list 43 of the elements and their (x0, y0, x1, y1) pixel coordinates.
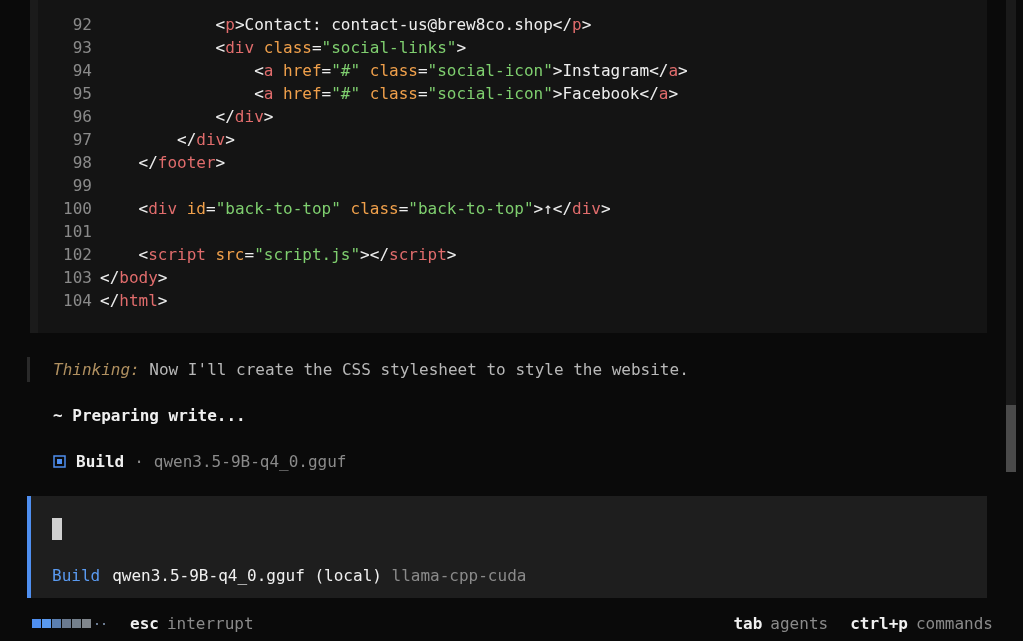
thinking-label: Thinking: (53, 359, 141, 381)
code-line: </div> (214, 106, 274, 128)
separator-dot: · (134, 452, 144, 471)
code-line: </footer> (137, 152, 226, 174)
line-number: 99 (71, 175, 92, 197)
line-number: 95 (71, 83, 92, 105)
line-number: 94 (71, 60, 92, 82)
line-number: 97 (71, 129, 92, 151)
line-number: 101 (62, 221, 92, 243)
line-number: 93 (71, 37, 92, 59)
shortcut-label: commands (915, 613, 993, 633)
model-name: qwen3.5-9B-q4_0.gguf (local) (112, 566, 382, 585)
model-name: qwen3.5-9B-q4_0.gguf (153, 452, 347, 471)
code-line: <div class="social-links"> (214, 37, 467, 59)
code-line: <p>Contact: contact-us@brew8co.shop</p> (214, 14, 592, 36)
agent-name: Build (52, 566, 101, 585)
line-number: 104 (62, 290, 92, 312)
scrollbar-thumb[interactable] (1006, 405, 1016, 472)
code-line: </div> (176, 129, 235, 151)
code-line: <div id="back-to-top" class="back-to-top">↑</div> (137, 198, 611, 220)
code-line: </body> (100, 267, 168, 289)
status-text: ~ Preparing write... (53, 405, 246, 427)
agent-name: Build (76, 452, 125, 471)
code-line: <a href="#" class="social-icon">Instagram</a> (253, 60, 688, 82)
shortcut-key: tab (733, 613, 763, 633)
shortcut-key: ctrl+p (850, 613, 908, 633)
code-line: <a href="#" class="social-icon">Facebook</a> (253, 83, 679, 105)
shortcut-label: agents (770, 613, 829, 633)
shortcut-label: interrupt (166, 613, 254, 633)
square-icon (53, 455, 66, 468)
line-number: 100 (62, 198, 92, 220)
line-number: 103 (62, 267, 92, 289)
provider-name: llama-cpp-cuda (391, 566, 527, 585)
code-line: </html> (100, 290, 168, 312)
text-cursor (52, 518, 62, 540)
code-line: <script src="script.js"></script> (137, 244, 457, 266)
prompt-input[interactable]: Build qwen3.5-9B-q4_0.gguf (local) llama-cpp-cuda (27, 496, 987, 598)
line-number: 92 (71, 14, 92, 36)
line-number: 96 (71, 106, 92, 128)
line-number: 98 (71, 152, 92, 174)
shortcut-key: esc (130, 613, 159, 633)
line-number: 102 (62, 244, 92, 266)
thinking-text: Now I'll create the CSS stylesheet to style the website. (149, 359, 689, 381)
